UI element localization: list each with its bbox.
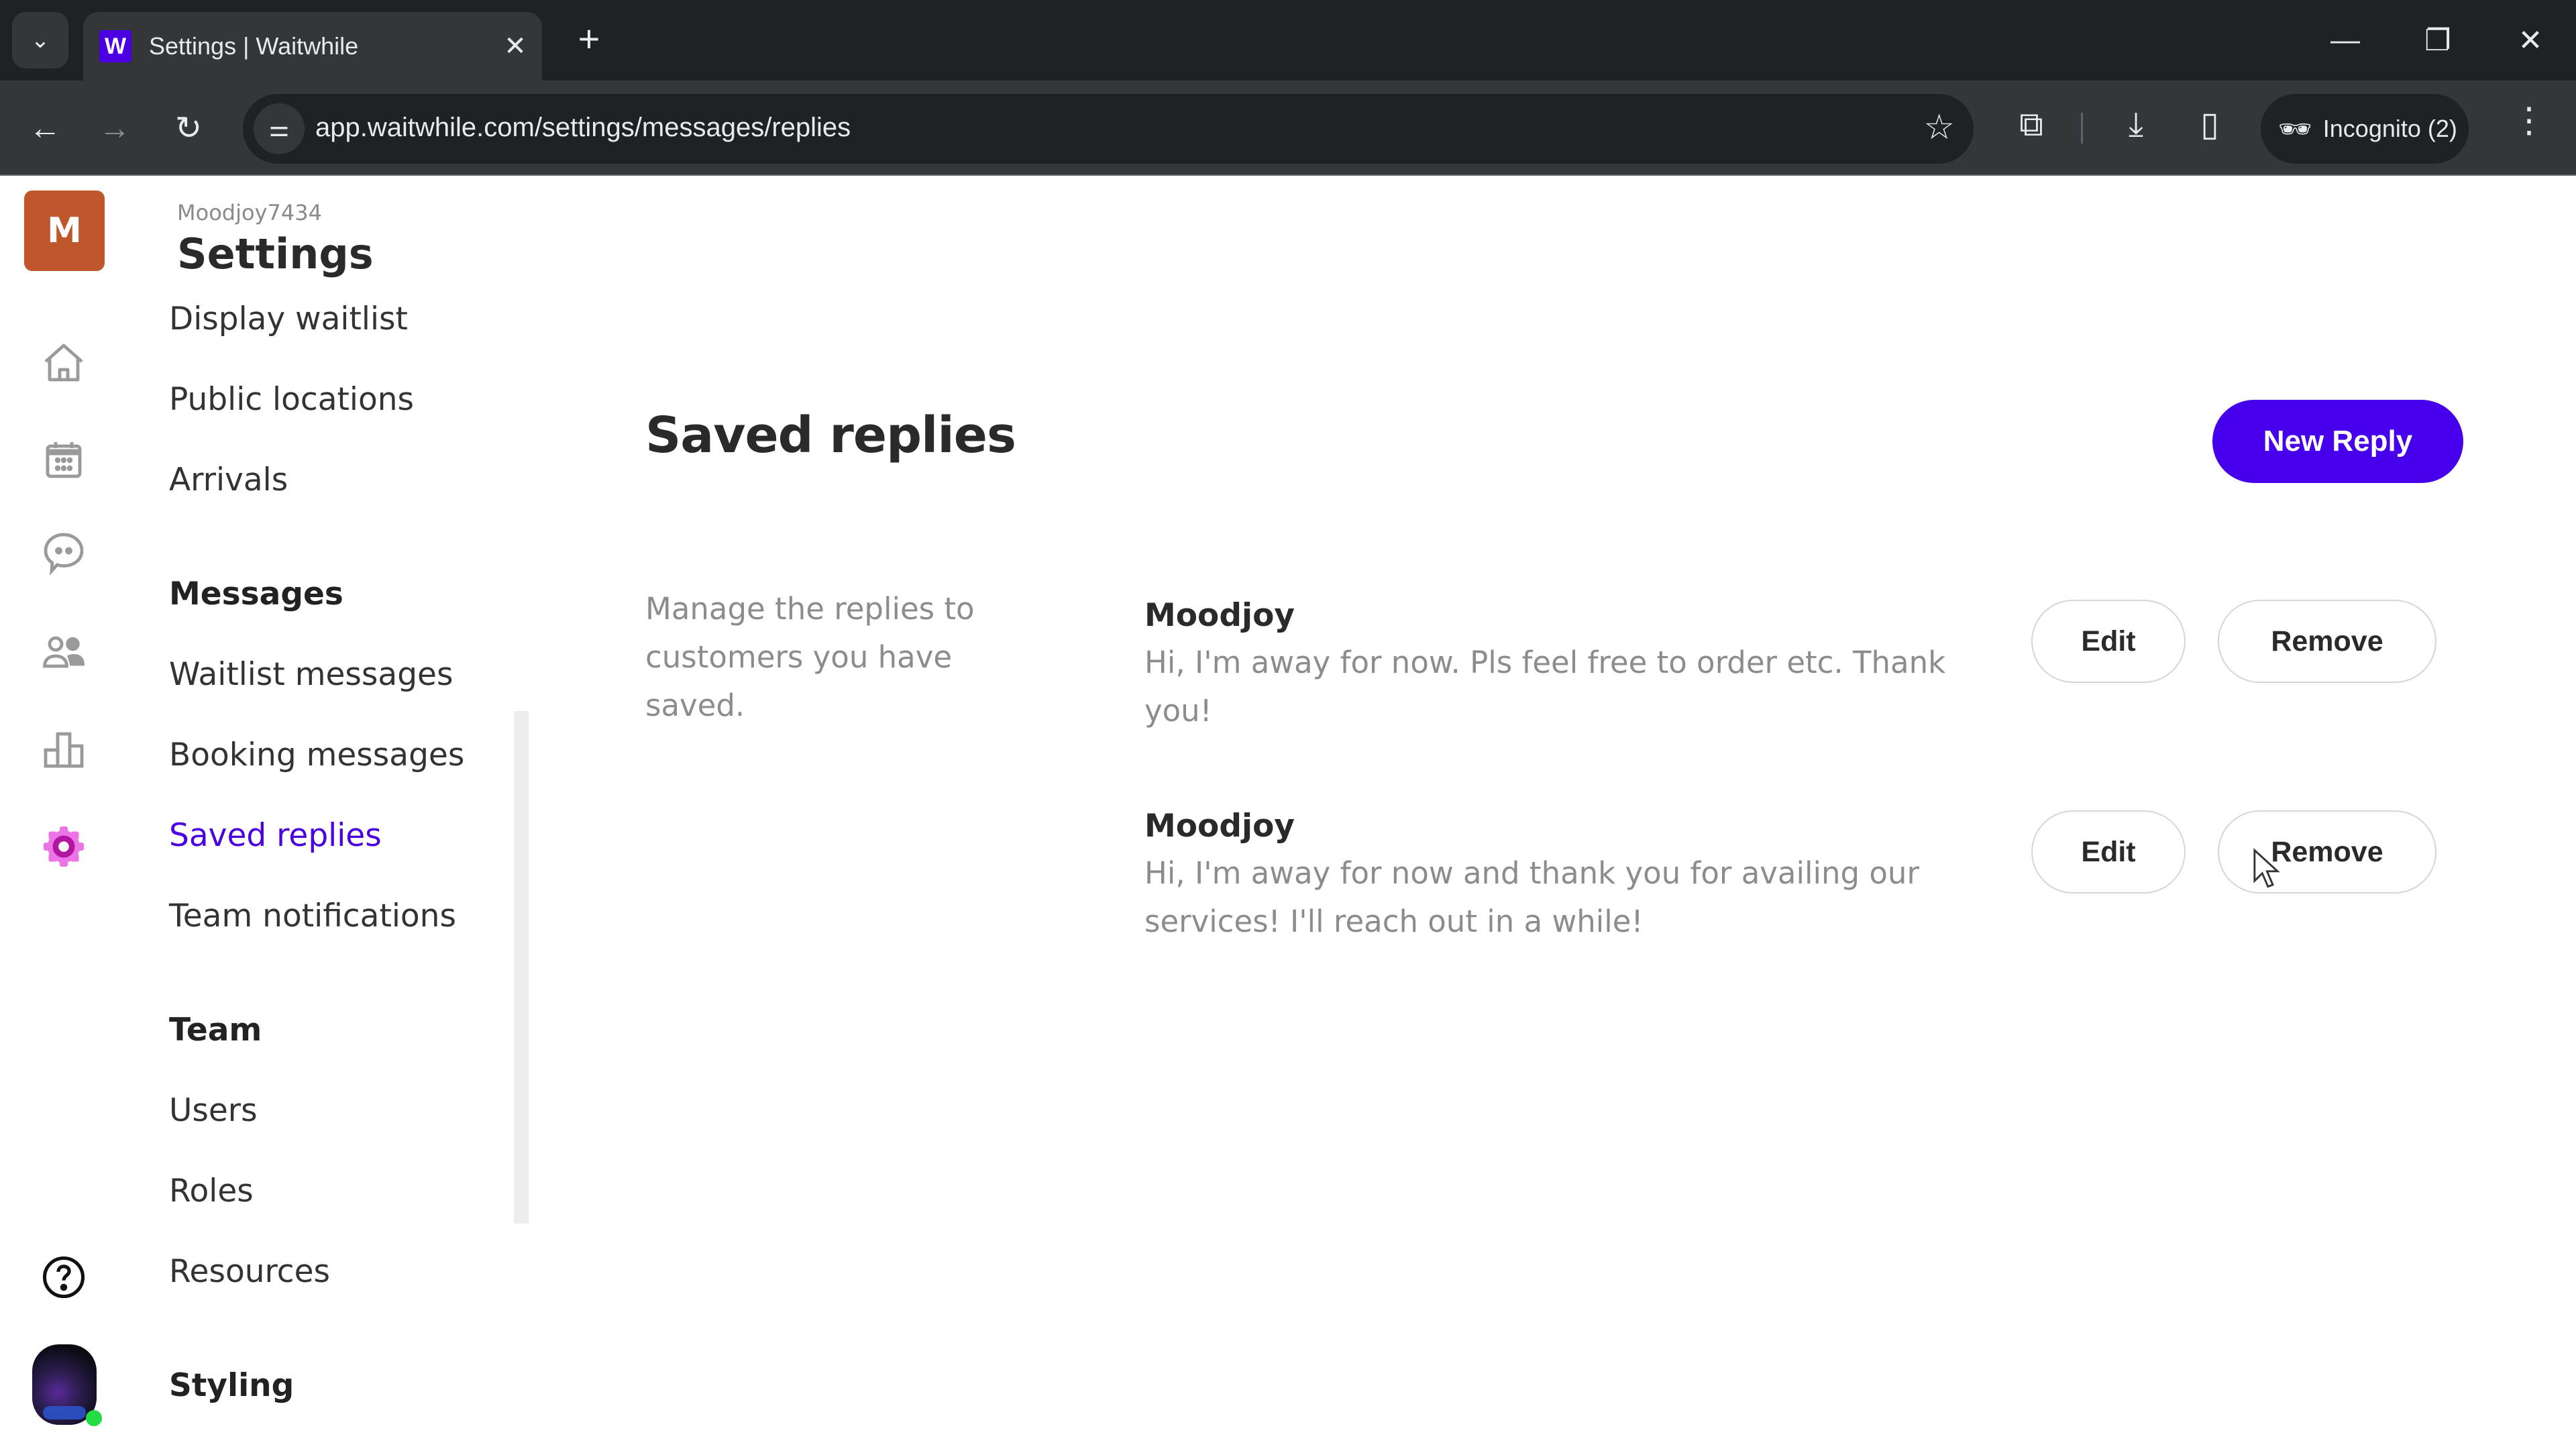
nav-section-styling[interactable]: Styling (169, 1367, 294, 1404)
reply-name: Moodjoy (1144, 808, 1295, 845)
nav-section-team: Team (169, 1012, 262, 1049)
users-icon (43, 636, 85, 668)
calendar-icon (46, 442, 82, 478)
close-window-button[interactable]: ✕ (2497, 12, 2564, 68)
icon-rail: M (0, 176, 134, 1449)
mouse-cursor-icon (2253, 848, 2279, 888)
help-icon (42, 1256, 85, 1299)
nav-item-users[interactable]: Users (169, 1092, 258, 1129)
nav-item-team-notifications[interactable]: Team notifications (169, 898, 456, 934)
browser-toolbar: ← → ↻ ⚌ app.waitwhile.com/settings/messa… (0, 80, 2576, 176)
restore-button[interactable]: ❐ (2404, 12, 2471, 68)
remove-reply-button[interactable]: Remove (2218, 600, 2436, 683)
rail-messages-button[interactable] (37, 526, 91, 580)
kebab-menu-icon: ⋮ (2512, 101, 2546, 140)
browser-titlebar: ⌄ W Settings | Waitwhile ✕ + — ❐ ✕ (0, 0, 2576, 80)
remove-reply-button[interactable]: Remove (2218, 810, 2436, 894)
puzzle-icon: ⧉ (2019, 105, 2043, 143)
toolbar-divider (2081, 113, 2083, 144)
browser-tab[interactable]: W Settings | Waitwhile ✕ (83, 12, 542, 80)
rail-analytics-button[interactable] (37, 723, 91, 777)
org-name: Moodjoy7434 (177, 200, 322, 225)
star-icon: ☆ (1923, 108, 1955, 147)
side-panel-icon: ▯ (2200, 105, 2219, 143)
edit-reply-button[interactable]: Edit (2031, 600, 2186, 683)
minimize-icon: — (2330, 23, 2360, 56)
main-content: Saved replies New Reply Manage the repli… (644, 176, 2576, 1449)
page-title: Saved replies (645, 407, 1016, 464)
waitwhile-favicon-icon: W (99, 30, 131, 62)
app: M Moodjoy7434 Settings Display waitlist … (0, 176, 2576, 1449)
arrow-left-icon: ← (29, 110, 61, 146)
nav-item-public-locations[interactable]: Public locations (169, 381, 414, 418)
chevron-down-icon: ⌄ (30, 28, 50, 53)
close-icon: ✕ (504, 32, 527, 61)
restore-icon: ❐ (2424, 23, 2451, 57)
tune-icon: ⚌ (268, 116, 290, 142)
nav-item-roles[interactable]: Roles (169, 1173, 254, 1210)
minimize-button[interactable]: — (2312, 12, 2379, 68)
nav-item-display-waitlist[interactable]: Display waitlist (169, 301, 408, 337)
incognito-label: Incognito (2) (2322, 115, 2457, 142)
tab-title: Settings | Waitwhile (149, 32, 359, 60)
rail-home-button[interactable] (37, 337, 91, 390)
bar-chart-icon (44, 732, 84, 768)
new-tab-button[interactable]: + (568, 19, 610, 62)
reply-text: Hi, I'm away for now and thank you for a… (1144, 855, 1919, 939)
reply-text: Hi, I'm away for now. Pls feel free to o… (1144, 645, 1946, 729)
site-info-button[interactable]: ⚌ (254, 103, 305, 154)
saved-reply-item: Moodjoy Hi, I'm away for now and thank y… (1144, 808, 2459, 1009)
new-reply-button[interactable]: New Reply (2212, 400, 2463, 483)
gear-icon (44, 826, 84, 867)
browser-menu-button[interactable]: ⋮ (2509, 101, 2549, 154)
section-description: Manage the replies to customers you have… (645, 591, 975, 723)
help-button[interactable] (37, 1250, 91, 1304)
rail-calendar-button[interactable] (37, 433, 91, 487)
rail-customers-button[interactable] (37, 625, 91, 679)
nav-section-messages: Messages (169, 576, 343, 612)
nav-item-arrivals[interactable]: Arrivals (169, 462, 288, 498)
nav-item-booking-messages[interactable]: Booking messages (169, 737, 464, 773)
tab-search-button[interactable]: ⌄ (12, 12, 68, 68)
arrow-right-icon: → (99, 110, 131, 146)
plus-icon: + (578, 17, 600, 60)
url-text[interactable]: app.waitwhile.com/settings/messages/repl… (315, 113, 851, 143)
rail-settings-button[interactable] (37, 820, 91, 873)
chat-icon (44, 533, 84, 576)
extensions-button[interactable]: ⧉ (2004, 105, 2058, 144)
nav-item-waitlist-messages[interactable]: Waitlist messages (169, 656, 453, 693)
download-icon: ⤓ (2128, 105, 2144, 143)
close-tab-button[interactable]: ✕ (495, 31, 535, 62)
reload-button[interactable]: ↻ (158, 98, 219, 158)
settings-nav-scrollbar[interactable] (514, 711, 529, 1224)
nav-item-resources[interactable]: Resources (169, 1253, 330, 1290)
side-panel-button[interactable]: ▯ (2183, 105, 2237, 144)
bookmark-button[interactable]: ☆ (1923, 107, 1955, 148)
downloads-button[interactable]: ⤓ (2109, 105, 2163, 144)
forward-button[interactable]: → (85, 98, 145, 158)
saved-reply-item: Moodjoy Hi, I'm away for now. Pls feel f… (1144, 597, 2459, 798)
address-bar[interactable]: ⚌ app.waitwhile.com/settings/messages/re… (243, 94, 1974, 164)
home-icon (44, 343, 83, 382)
reload-icon: ↻ (174, 111, 203, 146)
settings-nav: Moodjoy7434 Settings Display waitlist Pu… (134, 176, 529, 1449)
close-icon: ✕ (2518, 23, 2543, 57)
reply-name: Moodjoy (1144, 597, 1295, 634)
incognito-icon: 🕶 (2278, 114, 2312, 144)
online-status-indicator (86, 1410, 102, 1426)
edit-reply-button[interactable]: Edit (2031, 810, 2186, 894)
settings-title: Settings (177, 229, 374, 278)
back-button[interactable]: ← (15, 98, 75, 158)
org-logo[interactable]: M (24, 191, 105, 271)
nav-item-saved-replies[interactable]: Saved replies (169, 817, 382, 854)
incognito-profile-button[interactable]: 🕶 Incognito (2) (2261, 94, 2469, 164)
